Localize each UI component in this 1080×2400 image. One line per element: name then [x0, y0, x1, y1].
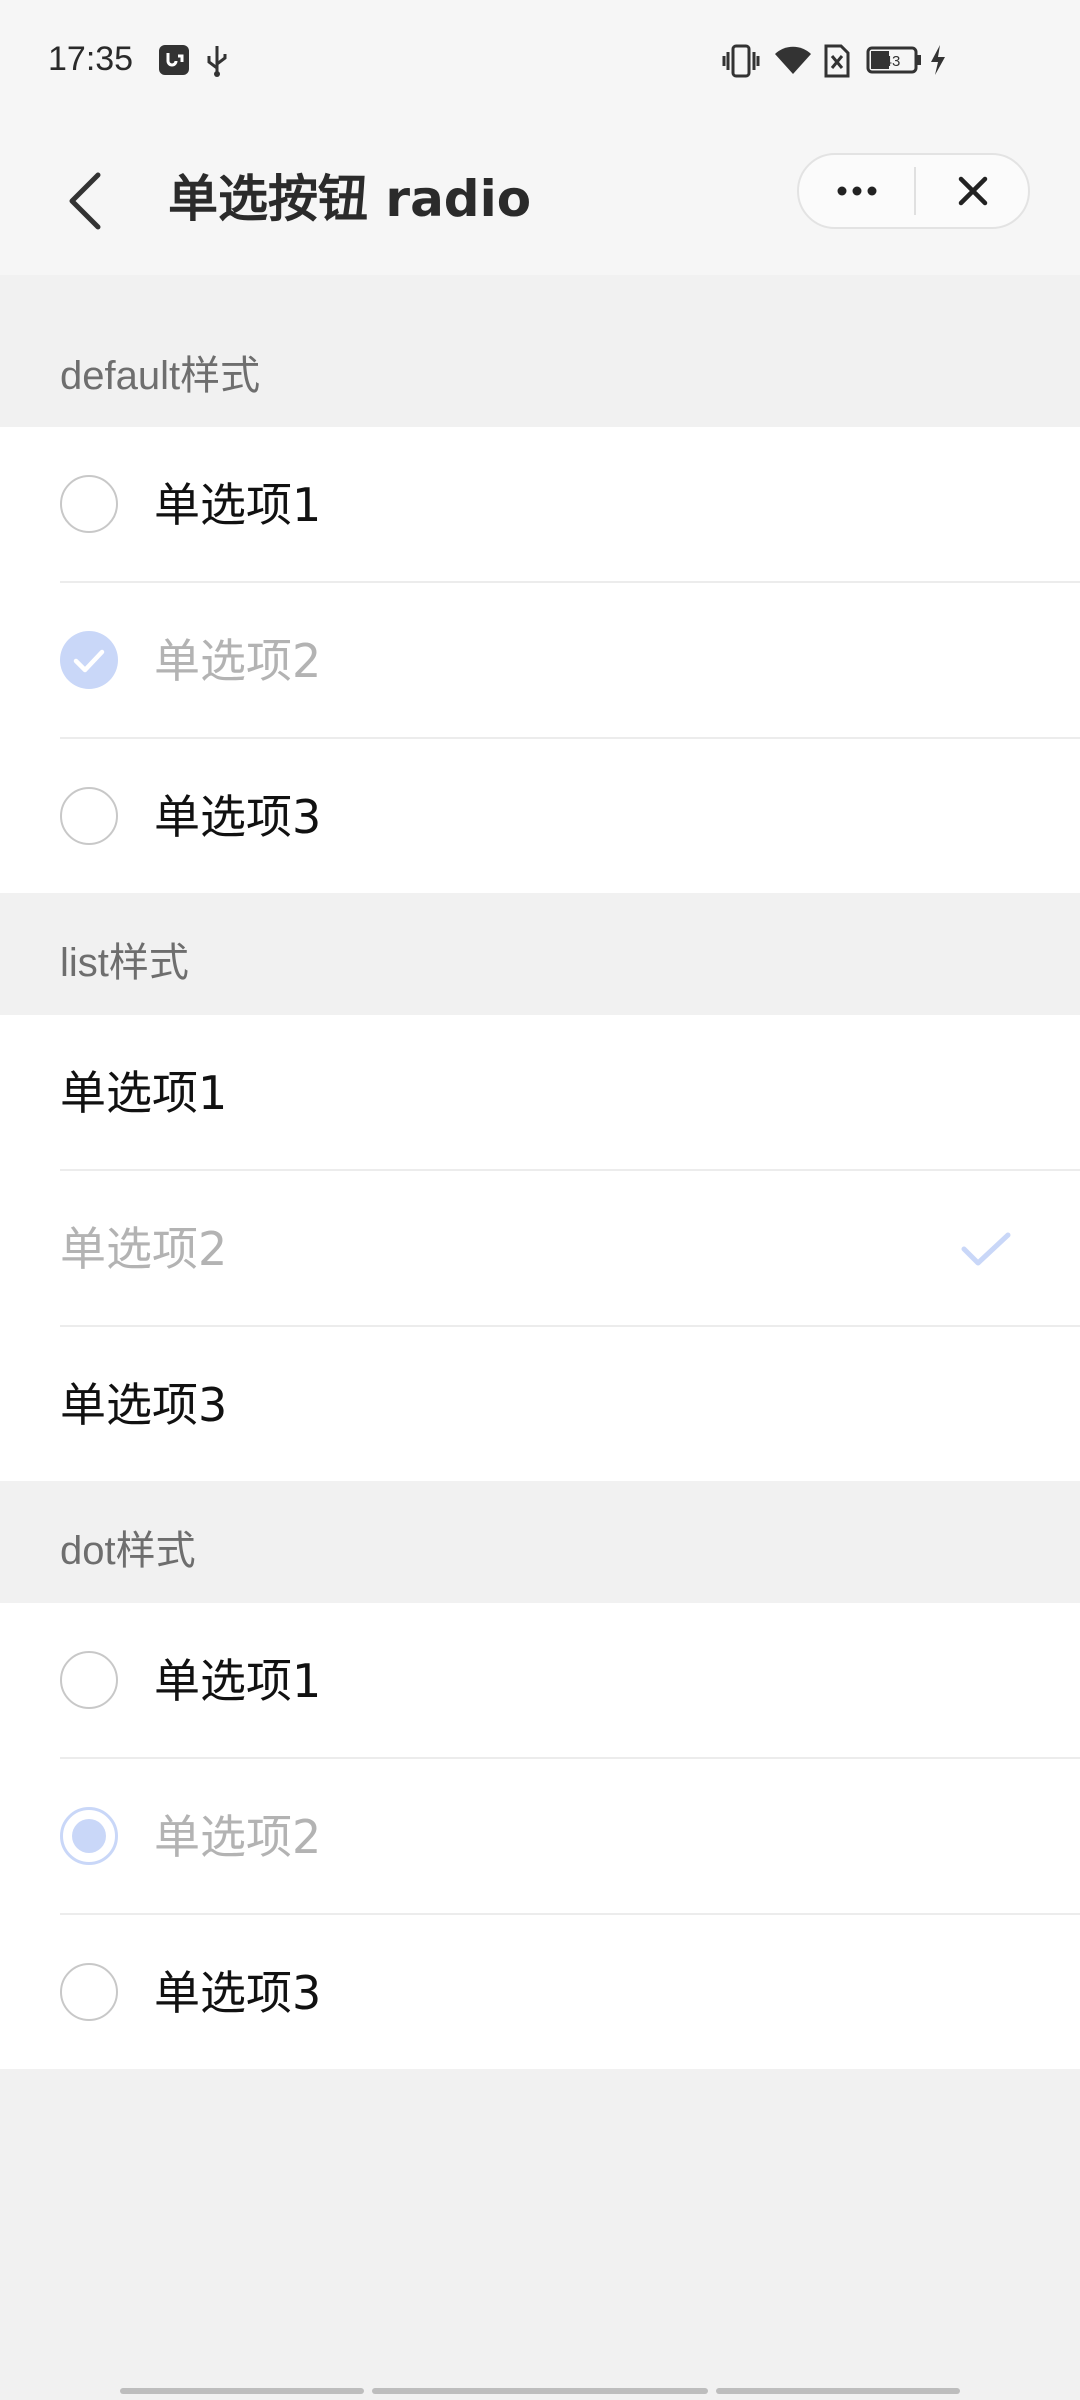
list-option-2[interactable]: 单选项2 — [0, 1171, 1080, 1327]
option-label: 单选项1 — [154, 1654, 322, 1708]
radio-option-1[interactable]: 单选项1 — [0, 427, 1080, 583]
radio-circle[interactable] — [60, 787, 118, 845]
radio-circle-dot-checked[interactable] — [60, 1807, 118, 1865]
option-label: 单选项2 — [154, 1810, 322, 1864]
radio-group-list: 单选项1 单选项2 单选项3 — [0, 1015, 1080, 1481]
usb-icon — [204, 44, 230, 82]
close-button[interactable] — [916, 155, 1031, 227]
home-indicator-segment — [716, 2388, 960, 2394]
radio-circle-checked[interactable] — [60, 631, 118, 689]
option-label: 单选项3 — [60, 1378, 228, 1432]
checkmark-icon — [961, 1232, 1011, 1266]
radio-circle[interactable] — [60, 1963, 118, 2021]
radio-circle[interactable] — [60, 1651, 118, 1709]
section-header-list: list样式 — [0, 893, 1080, 1015]
vibrate-icon — [722, 44, 760, 82]
battery-icon: 43 — [866, 46, 924, 78]
section-title: list样式 — [60, 941, 189, 985]
option-label: 单选项1 — [154, 478, 322, 532]
option-label: 单选项2 — [154, 634, 322, 688]
navigation-bar: 单选按钮 radio — [0, 125, 1080, 275]
section-title: dot样式 — [60, 1529, 196, 1573]
radio-group-dot: 单选项1 单选项2 单选项3 — [0, 1603, 1080, 2069]
more-button[interactable] — [799, 155, 914, 227]
battery-level: 43 — [884, 53, 901, 70]
checkmark-icon — [73, 649, 105, 673]
status-bar: 17:35 43 — [0, 0, 1080, 125]
option-label: 单选项3 — [154, 1966, 322, 2020]
radio-circle[interactable] — [60, 475, 118, 533]
radio-dot — [72, 1819, 106, 1853]
close-icon — [958, 176, 988, 206]
home-indicator-segment — [372, 2388, 708, 2394]
usb-debug-icon — [158, 44, 190, 80]
list-option-3[interactable]: 单选项3 — [0, 1327, 1080, 1483]
option-label: 单选项2 — [60, 1222, 228, 1276]
more-dots-icon — [837, 186, 877, 196]
sim-off-icon — [824, 44, 850, 82]
page-title: 单选按钮 radio — [168, 170, 532, 228]
radio-option-3[interactable]: 单选项3 — [0, 739, 1080, 895]
list-option-1[interactable]: 单选项1 — [0, 1015, 1080, 1171]
option-label: 单选项1 — [60, 1066, 228, 1120]
wifi-icon — [774, 44, 812, 80]
dot-option-1[interactable]: 单选项1 — [0, 1603, 1080, 1759]
dot-option-3[interactable]: 单选项3 — [0, 1915, 1080, 2071]
charging-icon — [928, 44, 948, 80]
status-time: 17:35 — [48, 40, 134, 78]
section-title: default样式 — [60, 354, 261, 398]
radio-option-2[interactable]: 单选项2 — [0, 583, 1080, 739]
menu-capsule — [797, 153, 1030, 229]
radio-group-default: 单选项1 单选项2 单选项3 — [0, 427, 1080, 893]
section-header-default: default样式 — [0, 275, 1080, 427]
option-label: 单选项3 — [154, 790, 322, 844]
section-header-dot: dot样式 — [0, 1481, 1080, 1603]
chevron-left-icon — [69, 172, 101, 230]
dot-option-2[interactable]: 单选项2 — [0, 1759, 1080, 1915]
home-indicator-segment — [120, 2388, 364, 2394]
back-button[interactable] — [58, 161, 118, 241]
